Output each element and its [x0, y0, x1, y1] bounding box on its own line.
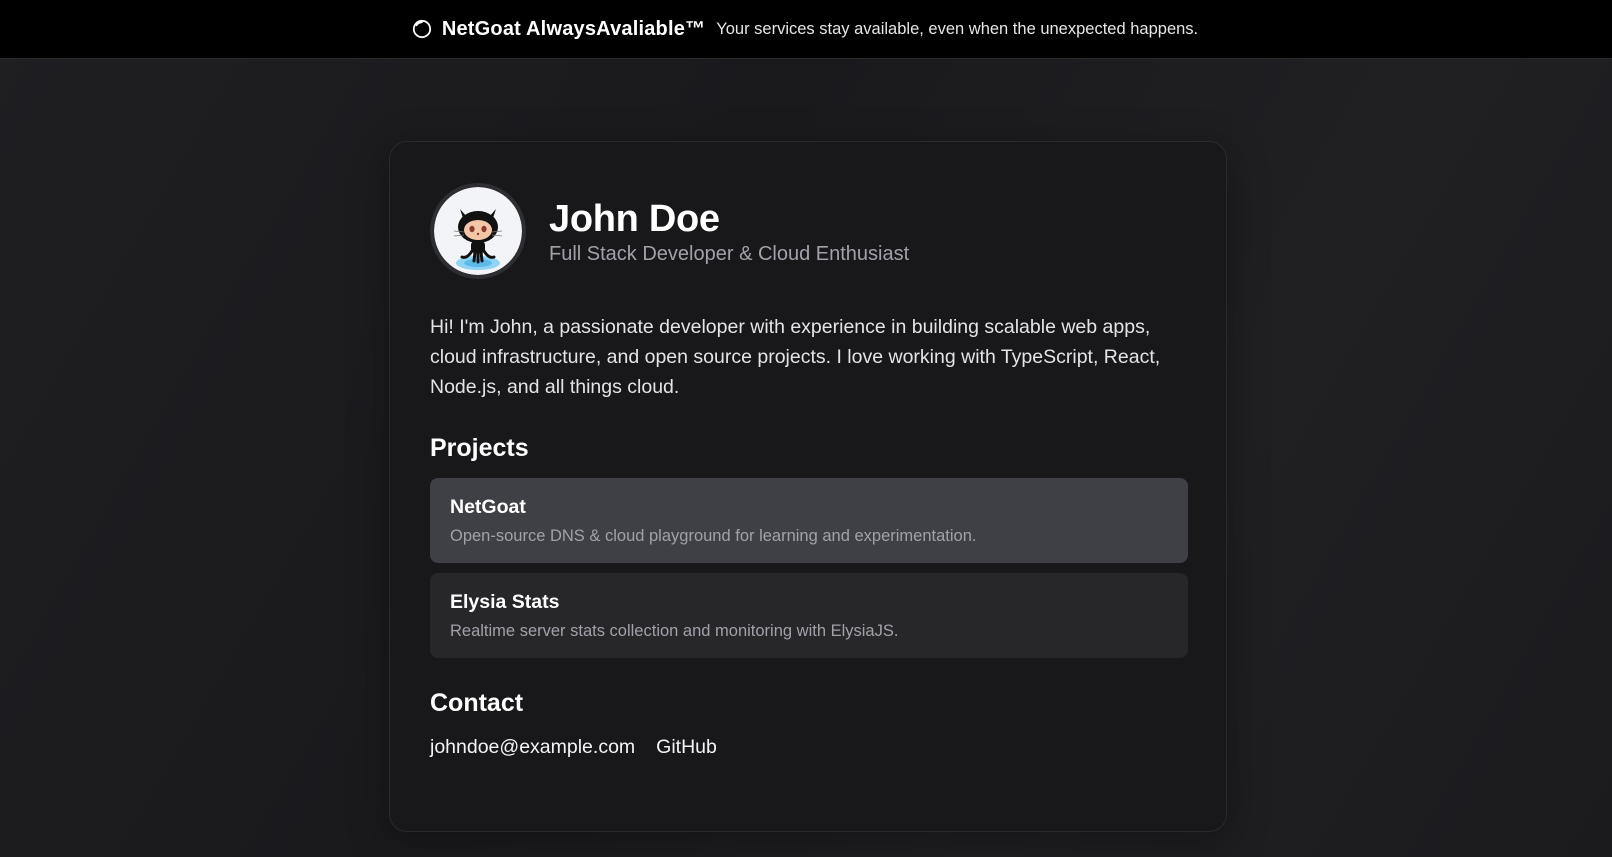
profile-header: John Doe Full Stack Developer & Cloud En… [430, 183, 909, 279]
profile-name: John Doe [549, 197, 720, 240]
loading-ring-icon [412, 19, 432, 39]
project-description: Realtime server stats collection and mon… [450, 622, 899, 640]
profile-card: John Doe Full Stack Developer & Cloud En… [389, 141, 1227, 832]
name-block: John Doe Full Stack Developer & Cloud En… [549, 197, 909, 266]
contact-heading: Contact [430, 689, 524, 717]
project-description: Open-source DNS & cloud playground for l… [450, 527, 977, 545]
banner-title: NetGoat AlwaysAvaliable™ [441, 17, 706, 40]
project-name: NetGoat [450, 496, 526, 518]
projects-heading: Projects [430, 434, 529, 462]
project-card-elysia-stats[interactable]: Elysia Stats Realtime server stats colle… [430, 573, 1188, 658]
profile-subtitle: Full Stack Developer & Cloud Enthusiast [549, 242, 910, 265]
project-card-netgoat[interactable]: NetGoat Open-source DNS & cloud playgrou… [430, 478, 1188, 563]
banner-text: Your services stay available, even when … [716, 19, 1199, 38]
email-link[interactable]: johndoe@example.com [430, 736, 635, 759]
octocat-avatar-icon [434, 187, 522, 275]
avatar [430, 183, 526, 279]
project-name: Elysia Stats [450, 591, 560, 613]
contact-links: johndoe@example.com GitHub [430, 736, 717, 759]
banner-content: NetGoat AlwaysAvaliable™ Your services s… [412, 18, 1198, 41]
availability-banner: NetGoat AlwaysAvaliable™ Your services s… [0, 0, 1612, 59]
github-link[interactable]: GitHub [656, 736, 717, 759]
profile-bio: Hi! I'm John, a passionate developer wit… [430, 316, 1161, 398]
